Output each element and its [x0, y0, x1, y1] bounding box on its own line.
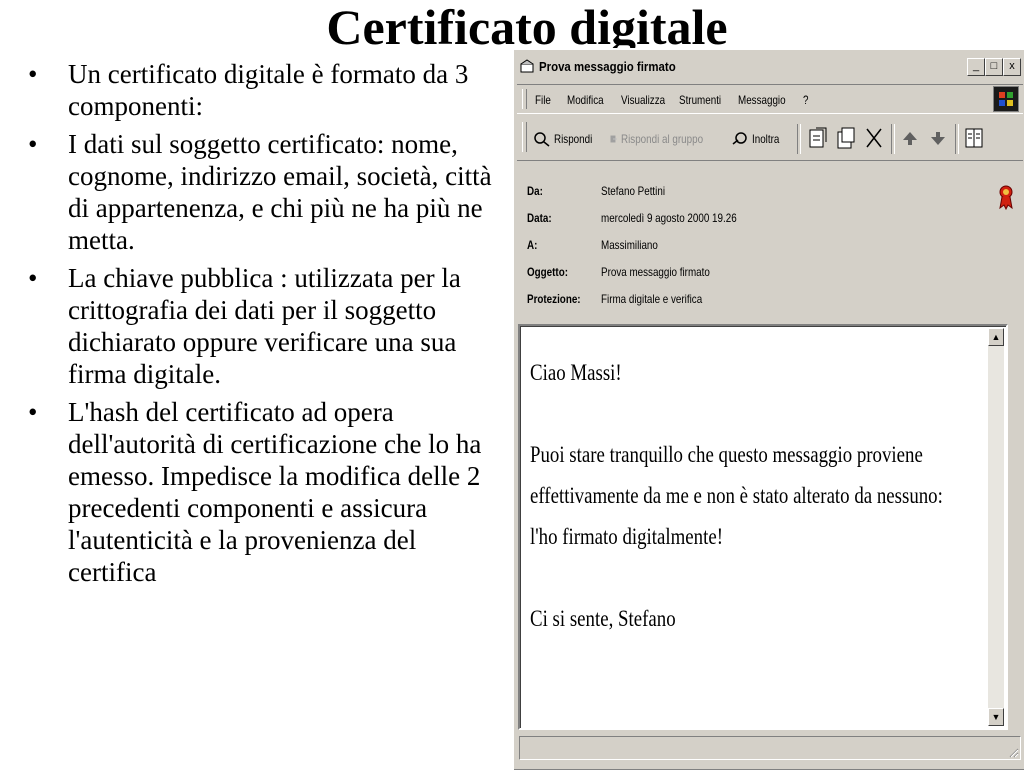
bullet-icon: •: [28, 263, 38, 293]
up-arrow-icon[interactable]: [897, 126, 923, 150]
window-title: Prova messaggio firmato: [539, 59, 676, 74]
envelope-icon: [520, 59, 534, 73]
reply-group-icon: [610, 135, 617, 143]
header-value: Massimiliano: [601, 238, 658, 252]
bullet-item: • Un certificato digitale è formato da 3 …: [28, 58, 498, 122]
windows-logo-icon: [993, 86, 1019, 112]
bullet-item: • La chiave pubblica : utilizzata per la …: [28, 262, 498, 390]
menu-bar: File Modifica Visualizza Strumenti Messa…: [517, 84, 1023, 114]
delete-icon[interactable]: [861, 126, 887, 150]
status-pane: [519, 736, 1021, 760]
message-body-text: Ciao Massi! Puoi stare tranquillo che qu…: [530, 352, 943, 639]
menu-edit[interactable]: Modifica: [567, 93, 604, 107]
header-key: A:: [527, 238, 538, 252]
bullet-icon: •: [28, 397, 38, 427]
window-titlebar[interactable]: Prova messaggio firmato _ □ x: [517, 55, 1023, 79]
maximize-button[interactable]: □: [985, 58, 1003, 76]
header-key: Oggetto:: [527, 265, 568, 279]
vertical-scrollbar[interactable]: ▲ ▼: [988, 328, 1004, 726]
bullet-list: • Un certificato digitale è formato da 3 …: [28, 58, 498, 594]
body-line: Ciao Massi!: [530, 360, 622, 385]
bullet-item: • I dati sul soggetto certificato: nome, …: [28, 128, 498, 256]
address-book-icon[interactable]: [961, 126, 987, 150]
bullet-text: La chiave pubblica : utilizzata per la c…: [68, 263, 461, 389]
resize-grip-icon[interactable]: [1007, 746, 1019, 758]
reply-label: Rispondi: [554, 132, 593, 146]
copy-icon[interactable]: [833, 126, 859, 150]
down-arrow-icon[interactable]: [925, 126, 951, 150]
menu-tools[interactable]: Strumenti: [679, 93, 721, 107]
scroll-down-button[interactable]: ▼: [988, 708, 1004, 726]
body-line: l'ho firmato digitalmente!: [530, 524, 723, 549]
minimize-button[interactable]: _: [967, 58, 985, 76]
menu-message[interactable]: Messaggio: [738, 93, 786, 107]
body-line: Ci si sente, Stefano: [530, 606, 676, 631]
menubar-grip[interactable]: [522, 89, 527, 109]
reply-group-button[interactable]: Rispondi al gruppo: [609, 126, 721, 152]
bullet-item: • L'hash del certificato ad opera dell'au…: [28, 396, 498, 588]
toolbar-separator: [891, 124, 895, 154]
header-value: Prova messaggio firmato: [601, 265, 710, 279]
header-key: Da:: [527, 184, 543, 198]
toolbar-separator: [797, 124, 801, 154]
body-line: [530, 557, 915, 598]
forward-label: Inoltra: [752, 132, 780, 146]
toolbar-grip[interactable]: [522, 122, 527, 152]
bullet-text: L'hash del certificato ad opera dell'aut…: [68, 397, 482, 587]
bullet-text: I dati sul soggetto certificato: nome, c…: [68, 129, 492, 255]
email-window: Prova messaggio firmato _ □ x File Modif…: [512, 48, 1024, 770]
header-value: Stefano Pettini: [601, 184, 666, 198]
menu-view[interactable]: Visualizza: [621, 93, 665, 107]
close-button[interactable]: x: [1003, 58, 1021, 76]
reply-group-label: Rispondi al gruppo: [620, 132, 703, 146]
reply-button[interactable]: Rispondi: [533, 126, 603, 152]
bullet-text: Un certificato digitale è formato da 3 c…: [68, 59, 469, 121]
scroll-up-button[interactable]: ▲: [988, 328, 1004, 346]
message-headers: Da: Stefano Pettini Data: mercoledì 9 ag…: [517, 166, 1023, 320]
header-value: mercoledì 9 agosto 2000 19.26: [601, 211, 737, 225]
reply-icon: [534, 132, 550, 147]
body-line: Puoi stare tranquillo che questo messagg…: [530, 442, 923, 467]
message-body[interactable]: Ciao Massi! Puoi stare tranquillo che qu…: [518, 324, 1008, 730]
body-line: effettivamente da me e non è stato alter…: [530, 483, 943, 508]
forward-icon: [732, 132, 747, 145]
toolbar: Rispondi Rispondi al gruppo Inoltra: [517, 114, 1023, 161]
print-icon[interactable]: [805, 126, 831, 150]
status-bar: [517, 734, 1023, 762]
menu-file[interactable]: File: [535, 93, 551, 107]
header-value: Firma digitale e verifica: [601, 292, 703, 306]
header-key: Protezione:: [527, 292, 581, 306]
body-line: [530, 393, 915, 434]
slide-title: Certificato digitale: [326, 0, 728, 55]
bullet-icon: •: [28, 59, 38, 89]
header-key: Data:: [527, 211, 552, 225]
toolbar-separator: [955, 124, 959, 154]
bullet-icon: •: [28, 129, 38, 159]
ribbon-icon[interactable]: [999, 184, 1013, 210]
menu-help[interactable]: ?: [803, 93, 808, 107]
forward-button[interactable]: Inoltra: [731, 126, 795, 152]
